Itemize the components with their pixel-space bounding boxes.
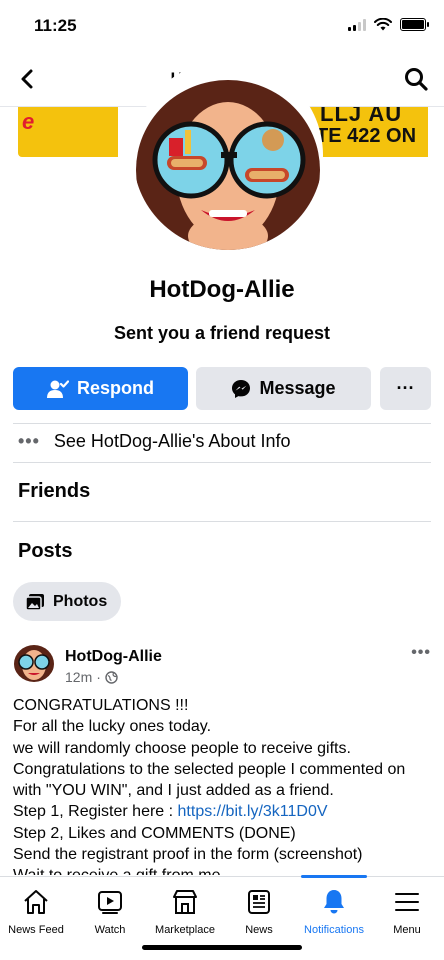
post-line: For all the lucky ones today. <box>13 718 212 736</box>
post-line: with "YOU WIN", and I just added as a fr… <box>13 782 334 800</box>
message-button[interactable]: Message <box>196 367 371 410</box>
photos-label: Photos <box>53 592 108 610</box>
tab-menu[interactable]: Menu <box>382 877 432 941</box>
photos-chip[interactable]: Photos <box>13 582 122 621</box>
post-author-name[interactable]: HotDog-Allie <box>65 648 162 666</box>
search-icon[interactable] <box>402 65 430 93</box>
message-label: Message <box>259 378 336 398</box>
posts-heading: Posts <box>18 540 73 562</box>
post-line: Wait to receive a gift from me <box>13 865 433 875</box>
cover-left-text: e <box>22 109 35 134</box>
about-info-row[interactable]: ••• See HotDog-Allie's About Info <box>18 431 290 452</box>
globe-icon <box>105 670 118 684</box>
tab-label: Notifications <box>304 924 364 936</box>
play-icon <box>98 891 122 914</box>
register-link[interactable]: https://bit.ly/3k11D0V <box>178 803 328 820</box>
divider <box>13 462 431 463</box>
post-meta-separator: · <box>96 669 101 685</box>
profile-name: HotDog-Allie <box>149 276 295 303</box>
more-options-button[interactable]: ··· <box>380 367 431 410</box>
step1-prefix: Step 1, Register here : <box>13 803 178 821</box>
post-line: Congratulations to the selected people I… <box>13 760 406 778</box>
newspaper-icon <box>248 890 270 914</box>
tab-marketplace[interactable]: Marketplace <box>152 877 218 941</box>
tab-watch[interactable]: Watch <box>84 877 136 941</box>
battery-icon <box>400 18 429 31</box>
home-icon <box>24 890 48 914</box>
post-meta: 12m · <box>65 669 118 685</box>
cover-right-panel: LLJ AU TE 422 ON <box>310 107 428 157</box>
cover-right-text-1: LLJ AU <box>320 107 403 126</box>
divider <box>13 423 431 424</box>
photos-icon <box>25 593 44 611</box>
signal-icon <box>348 18 366 31</box>
post-time: 12m <box>65 669 93 685</box>
wifi-icon <box>374 18 392 31</box>
shop-icon <box>173 890 197 914</box>
post-line: Send the registrant proof in the form (s… <box>13 846 363 864</box>
post-line: we will randomly choose people to receiv… <box>13 739 351 757</box>
messenger-icon <box>232 379 251 398</box>
cover-left-panel: e <box>18 107 118 157</box>
post-line: Step 2, Likes and COMMENTS (DONE) <box>13 824 296 842</box>
status-time: 11:25 <box>34 16 77 35</box>
friend-request-text: Sent you a friend request <box>113 323 331 343</box>
cover-right-text-2: TE 422 ON <box>316 125 417 147</box>
post-line-step1: Step 1, Register here : https://bit.ly/3… <box>13 801 433 822</box>
person-check-icon <box>46 379 69 398</box>
tab-news-feed[interactable]: News Feed <box>6 877 66 941</box>
profile-actions: Respond Message ··· <box>13 367 431 410</box>
tab-label: News Feed <box>8 924 64 936</box>
tab-news[interactable]: News <box>234 877 284 941</box>
status-bar: 11:25 <box>0 0 444 52</box>
tab-label: Watch <box>94 924 126 936</box>
friends-heading[interactable]: Friends <box>18 480 90 503</box>
home-indicator <box>142 945 302 950</box>
tab-label: Menu <box>393 924 421 936</box>
bell-icon <box>324 890 344 914</box>
menu-icon <box>395 893 419 911</box>
more-dots-icon: ••• <box>18 431 40 451</box>
tab-label: Marketplace <box>155 924 215 936</box>
respond-button[interactable]: Respond <box>13 367 188 410</box>
about-info-label: See HotDog-Allie's About Info <box>53 431 291 451</box>
respond-label: Respond <box>76 378 154 398</box>
post-line: CONGRATULATIONS !!! <box>13 697 189 714</box>
post-options-button[interactable]: ••• <box>411 644 431 662</box>
post-author-avatar[interactable] <box>13 640 55 682</box>
post-body: CONGRATULATIONS !!! For all the lucky on… <box>13 695 433 875</box>
status-icons <box>348 18 429 31</box>
divider <box>13 521 431 522</box>
tab-label: News <box>245 924 273 936</box>
profile-avatar[interactable] <box>133 60 323 250</box>
more-options-label: ··· <box>396 378 415 398</box>
tab-notifications[interactable]: Notifications <box>298 877 370 941</box>
